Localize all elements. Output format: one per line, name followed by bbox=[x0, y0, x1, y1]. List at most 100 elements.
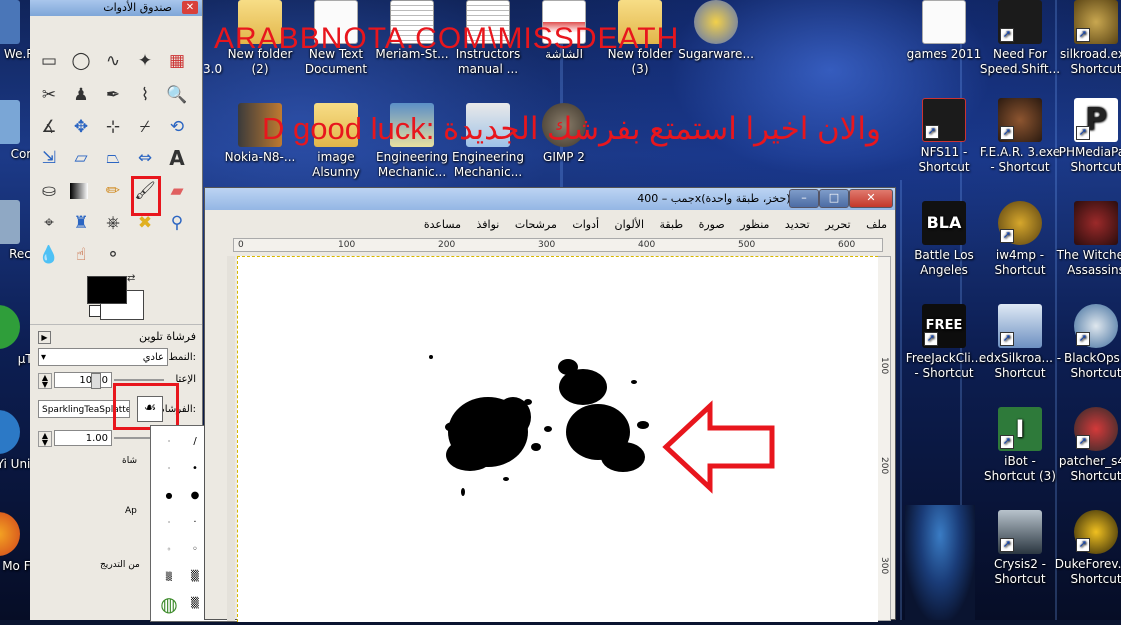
text-tool-icon[interactable]: A bbox=[166, 147, 188, 169]
dodge-burn-tool-icon[interactable]: ⚬ bbox=[102, 244, 124, 266]
close-button[interactable]: ✕ bbox=[849, 189, 893, 208]
menu-select[interactable]: تحديد bbox=[785, 218, 810, 231]
color-select-tool-icon[interactable]: ▦ bbox=[166, 50, 188, 72]
ruler-mark: 600 bbox=[838, 240, 856, 250]
move-tool-icon[interactable]: ✥ bbox=[70, 116, 92, 138]
image-canvas[interactable] bbox=[237, 256, 878, 622]
brush-swatch[interactable]: ◍ bbox=[157, 592, 181, 616]
scale-input[interactable]: 1.00 bbox=[54, 430, 112, 446]
menu-layer[interactable]: طبقة bbox=[660, 218, 684, 231]
foreground-select-tool-icon[interactable]: ♟ bbox=[70, 84, 92, 106]
menu-colors[interactable]: الألوان bbox=[615, 218, 645, 231]
bucket-fill-tool-icon[interactable]: ⛀ bbox=[38, 180, 60, 202]
ruler-mark: 100 bbox=[338, 240, 356, 250]
menu-tools[interactable]: أدوات bbox=[572, 218, 599, 231]
desktop-icon[interactable]: The Witche 2 Assassins bbox=[1054, 201, 1121, 278]
desktop-icon[interactable]: ➚ patcher_s4 - Shortcut bbox=[1054, 407, 1121, 484]
patcher-icon: ➚ bbox=[1074, 407, 1118, 451]
desktop-icon[interactable]: ➚ silkroad.exe Shortcut bbox=[1054, 0, 1121, 77]
ink-tool-icon[interactable]: ♜ bbox=[70, 212, 92, 234]
rotate-tool-icon[interactable]: ⟲ bbox=[166, 116, 188, 138]
clone-tool-icon[interactable]: ⎈ bbox=[102, 212, 124, 234]
brush-swatch[interactable]: ● bbox=[157, 484, 181, 508]
crop-tool-icon[interactable]: ⌿ bbox=[134, 116, 156, 138]
canvas-margin bbox=[227, 256, 235, 621]
brush-swatch[interactable]: · bbox=[157, 430, 181, 454]
desktop-icon[interactable]: I ➚ iBot - Shortcut (3) bbox=[978, 407, 1062, 484]
swap-colors-icon[interactable]: ⇄ bbox=[127, 273, 135, 284]
pencil-tool-icon[interactable]: ✏ bbox=[102, 180, 124, 202]
desktop-icon[interactable]: BLA Battle Los Angeles bbox=[902, 201, 986, 278]
menu-help[interactable]: مساعدة bbox=[424, 218, 461, 231]
desktop-icon[interactable]: ➚ F.E.A.R. 3.exe - Shortcut bbox=[978, 98, 1062, 175]
perspective-tool-icon[interactable]: ⏢ bbox=[102, 147, 124, 169]
desktop-icon-label: GIMP 2 bbox=[543, 150, 585, 164]
desktop-icon[interactable]: ➚ Crysis2 - Shortcut bbox=[978, 510, 1062, 587]
free-select-tool-icon[interactable]: ∿ bbox=[102, 50, 124, 72]
desktop-icon-label: Nokia-N8-... bbox=[224, 150, 296, 164]
menu-windows[interactable]: نوافذ bbox=[477, 218, 500, 231]
mode-select[interactable]: عادي ▾ bbox=[38, 348, 168, 366]
color-picker-tool-icon[interactable]: ⌇ bbox=[134, 84, 156, 106]
smudge-tool-icon[interactable]: ☝ bbox=[70, 244, 92, 266]
expand-icon[interactable]: ▶ bbox=[38, 331, 51, 344]
scale-slider[interactable] bbox=[114, 437, 154, 439]
desktop-icon[interactable]: ➚ Need For Speed.Shift... bbox=[978, 0, 1062, 77]
desktop-icon[interactable]: P➚ PHMediaPa - Shortcut bbox=[1054, 98, 1121, 175]
zoom-tool-icon[interactable]: 🔍 bbox=[166, 84, 188, 106]
fear3-icon: ➚ bbox=[998, 98, 1042, 142]
sugarware-icon bbox=[694, 0, 738, 44]
minimize-button[interactable]: – bbox=[789, 189, 819, 208]
desktop-icon-label: Sugarware... bbox=[678, 47, 754, 61]
scale-spin-icon[interactable]: ▲ ▼ bbox=[38, 431, 52, 447]
splatter-drawing bbox=[429, 355, 649, 496]
menu-image[interactable]: صورة bbox=[699, 218, 725, 231]
blackops-icon: ➚ bbox=[1074, 304, 1118, 348]
default-colors-icon[interactable] bbox=[89, 305, 101, 317]
menu-file[interactable]: ملف bbox=[866, 218, 887, 231]
desktop-icon[interactable]: ➚ edxSilkroa... - Shortcut bbox=[978, 304, 1062, 381]
desktop-icon[interactable]: FREE ➚ FreeJackCli... - Shortcut bbox=[902, 304, 986, 381]
eraser-tool-icon[interactable]: ▰ bbox=[166, 180, 188, 202]
desktop-icon[interactable]: games 2011 bbox=[902, 0, 986, 62]
brush-swatch[interactable]: ▒ bbox=[157, 565, 181, 589]
fuzzy-select-tool-icon[interactable]: ✦ bbox=[134, 50, 156, 72]
opacity-input[interactable]: 100.0 bbox=[54, 372, 112, 388]
close-button[interactable]: ✕ bbox=[182, 1, 198, 14]
desktop-icon[interactable]: ➚ iw4mp - Shortcut bbox=[978, 201, 1062, 278]
desktop-icon-label: FreeJackCli... - Shortcut bbox=[905, 351, 983, 380]
opacity-slider-handle[interactable] bbox=[91, 373, 101, 389]
maximize-button[interactable]: □ bbox=[819, 189, 849, 208]
menu-view[interactable]: منظور bbox=[740, 218, 769, 231]
rect-select-tool-icon[interactable]: ▭ bbox=[38, 50, 60, 72]
desktop-icon[interactable]: ➚ BlackOps - Shortcut bbox=[1054, 304, 1121, 381]
menu-filters[interactable]: مرشحات bbox=[515, 218, 557, 231]
desktop-icon[interactable]: ➚ NFS11 - Shortcut bbox=[902, 98, 986, 175]
brush-swatch[interactable]: ◦ bbox=[157, 538, 181, 562]
perspective-clone-tool-icon[interactable]: ⚲ bbox=[166, 212, 188, 234]
brush-swatch[interactable]: · bbox=[157, 511, 181, 535]
desktop-icon-label: BlackOps - Shortcut bbox=[1064, 351, 1121, 380]
brush-swatch[interactable]: · bbox=[157, 457, 181, 481]
ellipse-select-tool-icon[interactable]: ◯ bbox=[70, 50, 92, 72]
blur-tool-icon[interactable]: 💧 bbox=[38, 244, 60, 266]
ruler-mark: 0 bbox=[238, 240, 244, 250]
utorrent-icon bbox=[0, 305, 20, 349]
paths-tool-icon[interactable]: ✒ bbox=[102, 84, 124, 106]
opacity-slider[interactable] bbox=[114, 379, 164, 381]
menu-edit[interactable]: تحرير bbox=[825, 218, 850, 231]
foreground-color-swatch[interactable] bbox=[87, 276, 127, 304]
airbrush-tool-icon[interactable]: ⌖ bbox=[38, 212, 60, 234]
measure-tool-icon[interactable]: ∡ bbox=[38, 116, 60, 138]
flip-tool-icon[interactable]: ⇔ bbox=[134, 147, 156, 169]
toolbox-titlebar: صندوق الأدوات ✕ bbox=[30, 0, 202, 16]
opacity-spin-icon[interactable]: ▲ ▼ bbox=[38, 373, 52, 389]
desktop-icon[interactable]: Sugarware... bbox=[674, 0, 758, 62]
blend-tool-icon[interactable] bbox=[70, 183, 88, 199]
uninstaller-icon bbox=[0, 410, 20, 454]
scale-tool-icon[interactable]: ⇲ bbox=[38, 147, 60, 169]
shear-tool-icon[interactable]: ▱ bbox=[70, 147, 92, 169]
desktop-icon[interactable]: ➚ DukeForev... - Shortcut bbox=[1054, 510, 1121, 587]
align-tool-icon[interactable]: ⊹ bbox=[102, 116, 124, 138]
scissors-tool-icon[interactable]: ✂ bbox=[38, 84, 60, 106]
